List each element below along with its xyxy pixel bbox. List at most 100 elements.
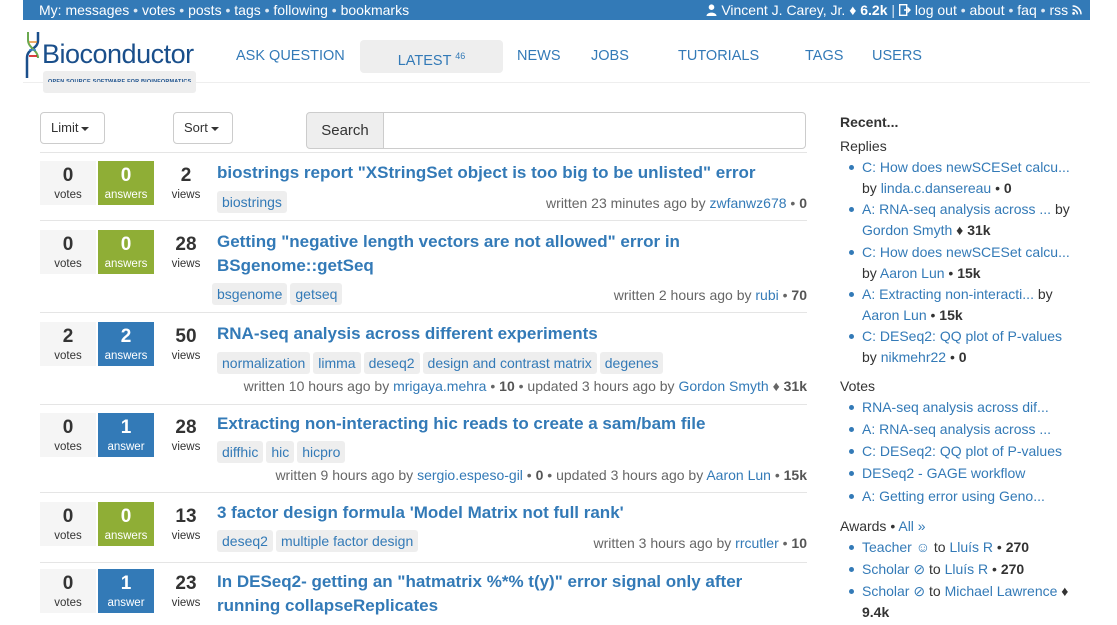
awards-all-link[interactable]: All » (898, 518, 925, 534)
tags-link[interactable]: tags (234, 2, 260, 18)
user-link[interactable]: Aaron Lun (880, 265, 945, 281)
tag[interactable]: biostrings (217, 191, 287, 213)
post-title[interactable]: Getting "negative length vectors are not… (217, 230, 717, 278)
top-bar: My: messages • votes • posts • tags • fo… (23, 0, 1090, 20)
badge-link[interactable]: Teacher (862, 539, 912, 555)
reply-item: C: DESeq2: QQ plot of P-values by nikmeh… (849, 326, 1077, 368)
votes-box: 2 votes (40, 322, 96, 366)
tag[interactable]: multiple factor design (275, 530, 419, 552)
award-item: Scholar ⊘ to Michael Lawrence ♦ 9.4k (849, 581, 1077, 623)
nav-jobs[interactable]: JOBS (591, 40, 629, 73)
posts-link[interactable]: posts (188, 2, 221, 18)
updater-link[interactable]: Gordon Smyth (678, 378, 768, 394)
reply-item: A: Extracting non-interacti... by Aaron … (849, 284, 1077, 326)
post-row: 0 votes 1 answer 23 views In DESeq2- gettin… (40, 562, 807, 625)
user-link[interactable]: Lluís R (945, 561, 989, 577)
vote-link[interactable]: A: Getting error using Geno... (862, 488, 1045, 504)
reply-link[interactable]: C: DESeq2: QQ plot of P-values (862, 328, 1062, 344)
user-name-link[interactable]: Vincent J. Carey, Jr. (721, 2, 845, 18)
sort-label: Sort (184, 120, 208, 135)
nav-tutorials[interactable]: TUTORIALS (678, 40, 759, 73)
post-meta: written 3 hours ago by rrcutler • 10 (593, 535, 807, 551)
bioconductor-logo[interactable]: Bioconductor OPEN SOURCE SOFTWARE FOR BI… (22, 28, 202, 93)
user-link[interactable]: linda.c.dansereau (881, 180, 992, 196)
views-count: 28 views (171, 417, 201, 453)
following-link[interactable]: following (273, 2, 327, 18)
tag[interactable]: hicpro (297, 441, 346, 463)
dna-helix-icon (25, 32, 40, 78)
tag[interactable]: degenes (599, 352, 664, 374)
votes-box: 0 votes (40, 230, 96, 274)
votes-link[interactable]: votes (142, 2, 175, 18)
updater-link[interactable]: Aaron Lun (706, 467, 771, 483)
post-title[interactable]: biostrings report "XStringSet object is … (217, 161, 797, 185)
tag[interactable]: diffhic (217, 441, 264, 463)
nav-users[interactable]: USERS (872, 40, 922, 73)
rss-link[interactable]: rss (1049, 2, 1068, 18)
about-link[interactable]: about (970, 2, 1005, 18)
answers-box: 0 answers (98, 161, 154, 205)
badge-link[interactable]: Scholar (862, 583, 909, 599)
post-title[interactable]: Extracting non-interacting hic reads to … (217, 412, 777, 436)
nav-ask-question[interactable]: ASK QUESTION (236, 40, 345, 73)
reply-link[interactable]: C: How does newSCESet calcu... (862, 159, 1070, 175)
author-link[interactable]: rrcutler (735, 535, 779, 551)
messages-link[interactable]: messages (65, 2, 129, 18)
check-circle-icon: ⊘ (913, 583, 926, 599)
nav-latest[interactable]: LATEST 46 (360, 40, 503, 73)
reply-link[interactable]: A: RNA-seq analysis across ... (862, 201, 1051, 217)
tag[interactable]: design and contrast matrix (422, 352, 597, 374)
post-meta: written 2 hours ago by rubi • 70 (613, 287, 807, 303)
post-title[interactable]: In DESeq2- getting an "hatmatrix %*% t(y… (217, 570, 777, 618)
tag[interactable]: normalization (217, 352, 311, 374)
tag[interactable]: bsgenome (212, 283, 288, 305)
user-links: Vincent J. Carey, Jr. ♦ 6.2k | log out •… (706, 0, 1082, 20)
post-row: 0 votes 1 answer 28 views Extracting non-in… (40, 404, 807, 492)
search-input[interactable] (383, 112, 806, 149)
faq-link[interactable]: faq (1017, 2, 1036, 18)
author-link[interactable]: mrigaya.mehra (393, 378, 486, 394)
limit-label: Limit (51, 120, 79, 135)
user-link[interactable]: Gordon Smyth (862, 222, 952, 238)
answers-box: 1 answer (98, 569, 154, 613)
tag[interactable]: hic (266, 441, 295, 463)
user-link[interactable]: Aaron Lun (862, 307, 927, 323)
tag[interactable]: limma (313, 352, 361, 374)
bookmarks-link[interactable]: bookmarks (341, 2, 409, 18)
nav-news[interactable]: NEWS (517, 40, 561, 73)
replies-heading: Replies (840, 138, 887, 154)
post-title[interactable]: RNA-seq analysis across different experi… (217, 322, 777, 346)
reply-link[interactable]: C: How does newSCESet calcu... (862, 244, 1070, 260)
post-title[interactable]: 3 factor design formula 'Model Matrix no… (217, 501, 777, 525)
user-link[interactable]: Michael Lawrence (945, 583, 1058, 599)
nav-tags[interactable]: TAGS (805, 40, 843, 73)
answers-box: 2 answers (98, 322, 154, 366)
badge-link[interactable]: Scholar (862, 561, 909, 577)
vote-item: A: RNA-seq analysis across ... (849, 419, 1077, 440)
rss-icon[interactable] (1072, 2, 1082, 18)
vote-link[interactable]: RNA-seq analysis across dif... (862, 399, 1049, 415)
author-link[interactable]: sergio.espeso-gil (417, 467, 523, 483)
answers-box: 0 answers (98, 502, 154, 546)
limit-dropdown[interactable]: Limit (40, 112, 105, 144)
sort-dropdown[interactable]: Sort (173, 112, 233, 144)
caret-down-icon (81, 126, 90, 131)
post-row: 0 votes 0 answers 28 views Getting "negativ… (40, 220, 807, 312)
tag[interactable]: getseq (290, 283, 343, 305)
reply-link[interactable]: A: Extracting non-interacti... (862, 286, 1034, 302)
author-link[interactable]: rubi (755, 287, 778, 303)
vote-link[interactable]: C: DESeq2: QQ plot of P-values (862, 443, 1062, 459)
tag[interactable]: deseq2 (217, 530, 273, 552)
author-link[interactable]: zwfanwz678 (709, 195, 786, 211)
user-icon (706, 2, 721, 18)
post-meta: written 23 minutes ago by zwfanwz678 • 0 (546, 195, 807, 211)
views-count: 2 views (171, 165, 201, 201)
nav-divider (23, 82, 1090, 83)
user-link[interactable]: nikmehr22 (881, 349, 946, 365)
logout-link[interactable]: log out (915, 2, 957, 18)
vote-link[interactable]: DESeq2 - GAGE workflow (862, 465, 1025, 481)
vote-link[interactable]: A: RNA-seq analysis across ... (862, 421, 1051, 437)
tag[interactable]: deseq2 (363, 352, 420, 374)
votes-heading: Votes (840, 378, 876, 394)
user-link[interactable]: Lluís R (949, 539, 993, 555)
